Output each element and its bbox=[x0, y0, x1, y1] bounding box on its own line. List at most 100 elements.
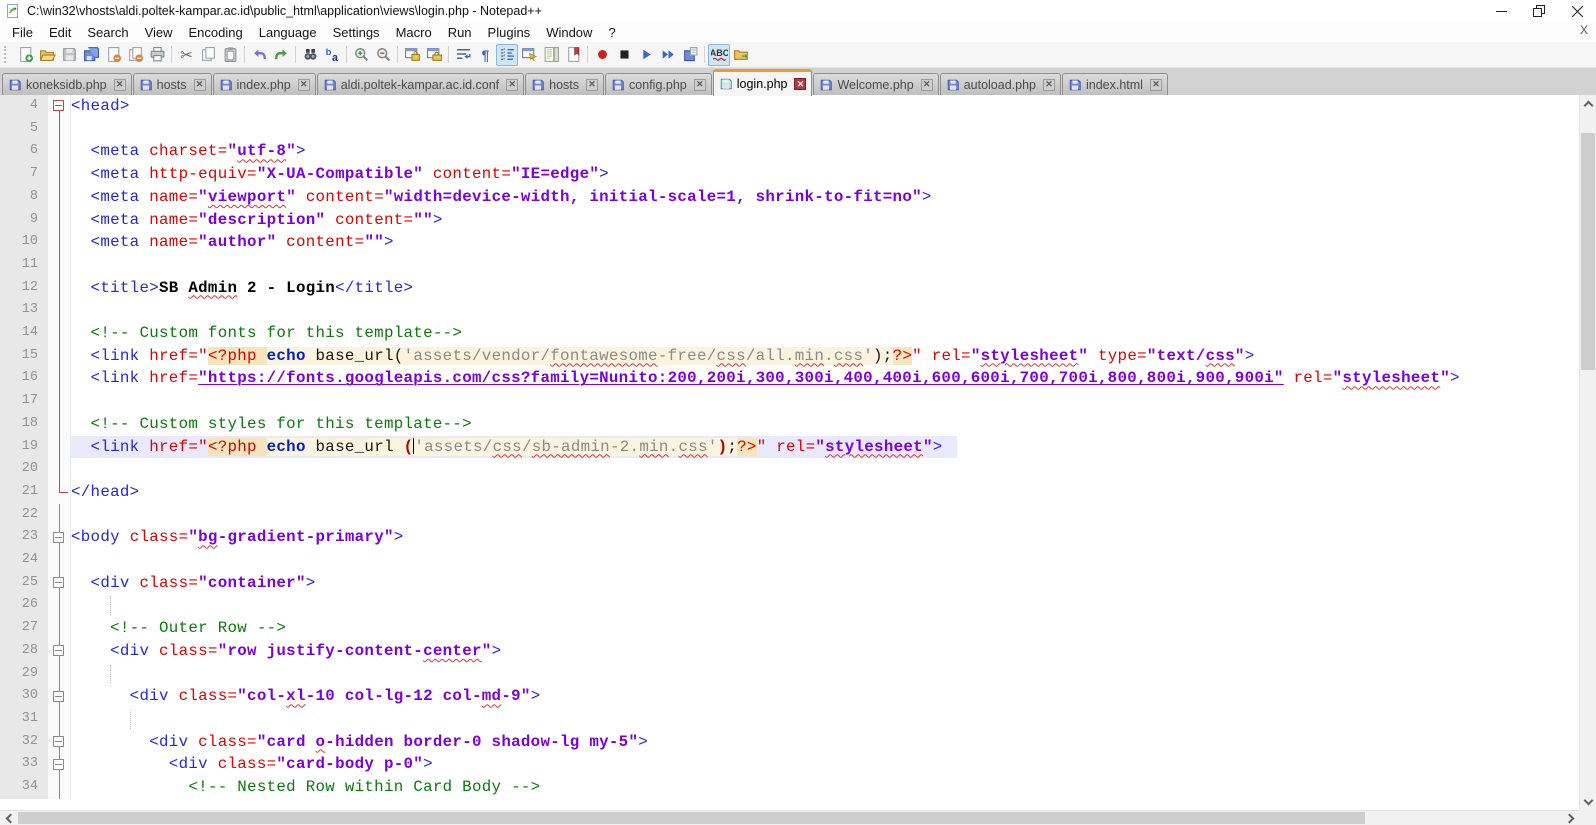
close-all-button[interactable] bbox=[124, 44, 146, 66]
scroll-right-icon[interactable] bbox=[1562, 811, 1579, 825]
close-file-button[interactable] bbox=[102, 44, 124, 66]
code-line[interactable]: <meta charset="utf-8"> bbox=[71, 140, 1579, 163]
code-line[interactable] bbox=[71, 390, 1579, 413]
tab-close-icon[interactable]: ✕ bbox=[794, 78, 807, 90]
new-file-button[interactable] bbox=[14, 44, 36, 66]
spell-check-document-button[interactable]: ABC bbox=[708, 43, 730, 66]
copy-button[interactable] bbox=[197, 44, 219, 66]
menu-item-window[interactable]: Window bbox=[538, 23, 600, 42]
scroll-up-icon[interactable] bbox=[1580, 95, 1596, 112]
cut-button[interactable]: ✂ bbox=[175, 44, 197, 66]
fold-collapse-icon[interactable] bbox=[53, 577, 64, 589]
fold-collapse-icon[interactable] bbox=[53, 736, 64, 748]
tab-hosts[interactable]: hosts ✕ bbox=[132, 73, 212, 95]
menu-item-plugins[interactable]: Plugins bbox=[480, 23, 539, 42]
code-line[interactable] bbox=[71, 299, 1579, 322]
code-line[interactable]: <div class="col-xl-10 col-lg-12 col-md-9… bbox=[71, 685, 1579, 708]
fold-collapse-icon[interactable] bbox=[53, 645, 64, 657]
word-wrap-button[interactable] bbox=[452, 44, 474, 66]
tab-autoload.php[interactable]: autoload.php ✕ bbox=[939, 73, 1061, 95]
fold-margin-cell[interactable] bbox=[48, 526, 71, 550]
tab-koneksidb.php[interactable]: koneksidb.php ✕ bbox=[2, 73, 132, 95]
code-line[interactable]: <meta name="author" content=""> bbox=[71, 231, 1579, 254]
code-line[interactable] bbox=[71, 504, 1579, 527]
restore-button[interactable] bbox=[1520, 0, 1558, 22]
fold-margin-cell[interactable] bbox=[48, 685, 71, 708]
menu-item-settings[interactable]: Settings bbox=[325, 23, 388, 42]
menu-item-search[interactable]: Search bbox=[79, 23, 136, 42]
replace-button[interactable]: ba bbox=[321, 44, 343, 66]
menu-item-file[interactable]: File bbox=[4, 23, 41, 42]
function-list-button[interactable] bbox=[518, 44, 540, 66]
fold-margin-cell[interactable] bbox=[48, 730, 71, 754]
code-line[interactable] bbox=[71, 254, 1579, 277]
code-line[interactable] bbox=[71, 549, 1579, 572]
open-file-button[interactable] bbox=[36, 44, 58, 66]
horizontal-scroll-thumb[interactable] bbox=[18, 812, 1365, 824]
tab-close-icon[interactable]: ✕ bbox=[586, 78, 599, 91]
tab-close-icon[interactable]: ✕ bbox=[693, 78, 706, 91]
menu-item-edit[interactable]: Edit bbox=[41, 23, 79, 42]
tab-config.php[interactable]: config.php ✕ bbox=[605, 73, 712, 95]
close-button[interactable] bbox=[1558, 0, 1596, 22]
scroll-left-icon[interactable] bbox=[0, 811, 17, 825]
fold-collapse-icon[interactable] bbox=[53, 531, 64, 543]
code-area[interactable]: 4 <head> 5 6 <meta charset="utf-8"> 7 <meta … bbox=[0, 95, 1579, 810]
tab-aldi.poltek-kampar.ac.id.conf[interactable]: aldi.poltek-kampar.ac.id.conf ✕ bbox=[316, 73, 525, 95]
print-button[interactable] bbox=[146, 44, 168, 66]
start-recording-macro-button[interactable] bbox=[591, 44, 613, 66]
code-line[interactable]: <!-- Nested Row within Card Body --> bbox=[71, 776, 1579, 799]
find-button[interactable] bbox=[299, 44, 321, 66]
fold-margin-cell[interactable] bbox=[48, 639, 71, 663]
code-line[interactable]: <div class="card o-hidden border-0 shado… bbox=[71, 731, 1579, 754]
tab-close-icon[interactable]: ✕ bbox=[1042, 78, 1055, 91]
tab-close-icon[interactable]: ✕ bbox=[297, 78, 310, 91]
code-line[interactable]: <head> bbox=[71, 95, 1579, 118]
code-line[interactable]: <link href="<?php echo base_url ('assets… bbox=[71, 435, 1579, 459]
menu-item-macro[interactable]: Macro bbox=[388, 23, 440, 42]
tab-welcome.php[interactable]: Welcome.php ✕ bbox=[813, 73, 939, 95]
code-line[interactable] bbox=[71, 118, 1579, 141]
tab-hosts[interactable]: hosts ✕ bbox=[525, 73, 605, 95]
redo-button[interactable] bbox=[270, 44, 292, 66]
save-recorded-macro-button[interactable] bbox=[679, 44, 701, 66]
editor[interactable]: 4 <head> 5 6 <meta charset="utf-8"> 7 <meta … bbox=[0, 95, 1596, 810]
show-all-characters-button[interactable]: ¶ bbox=[474, 44, 496, 66]
code-line[interactable]: <!-- Outer Row --> bbox=[71, 617, 1579, 640]
playback-macro-button[interactable] bbox=[635, 44, 657, 66]
code-line[interactable] bbox=[71, 708, 1579, 731]
undo-button[interactable] bbox=[248, 44, 270, 66]
tab-login.php[interactable]: login.php ✕ bbox=[712, 69, 813, 96]
code-line[interactable] bbox=[71, 594, 1579, 617]
code-line[interactable]: <div class="row justify-content-center"> bbox=[71, 640, 1579, 663]
code-line[interactable]: <body class="bg-gradient-primary"> bbox=[71, 526, 1579, 549]
sync-horizontal-scrolling-button[interactable] bbox=[423, 44, 445, 66]
zoom-out-button[interactable] bbox=[372, 44, 394, 66]
fold-collapse-icon[interactable] bbox=[53, 758, 64, 770]
scroll-down-icon[interactable] bbox=[1580, 793, 1596, 810]
menu-item-encoding[interactable]: Encoding bbox=[181, 23, 251, 42]
fold-collapse-icon[interactable] bbox=[53, 690, 64, 702]
code-line[interactable]: <div class="container"> bbox=[71, 572, 1579, 595]
vertical-scrollbar[interactable] bbox=[1579, 95, 1596, 810]
menu-item-language[interactable]: Language bbox=[251, 23, 325, 42]
document-switcher-button[interactable] bbox=[562, 44, 584, 66]
horizontal-scrollbar[interactable] bbox=[0, 810, 1596, 825]
code-line[interactable]: <meta name="viewport" content="width=dev… bbox=[71, 186, 1579, 209]
show-indent-guide-button[interactable] bbox=[496, 43, 518, 66]
code-line[interactable]: <title>SB Admin 2 - Login</title> bbox=[71, 277, 1579, 300]
code-line[interactable] bbox=[71, 458, 1579, 481]
tab-index.php[interactable]: index.php ✕ bbox=[212, 73, 316, 95]
tab-close-icon[interactable]: ✕ bbox=[193, 78, 206, 91]
tab-index.html[interactable]: index.html ✕ bbox=[1061, 73, 1168, 95]
vertical-scroll-thumb[interactable] bbox=[1581, 133, 1595, 370]
document-map-button[interactable] bbox=[540, 44, 562, 66]
code-line[interactable]: <meta name="description" content=""> bbox=[71, 209, 1579, 232]
sync-vertical-scrolling-button[interactable] bbox=[401, 44, 423, 66]
tab-close-icon[interactable]: ✕ bbox=[1149, 78, 1162, 91]
tab-close-icon[interactable]: ✕ bbox=[920, 78, 933, 91]
fold-margin-cell[interactable] bbox=[48, 571, 71, 595]
zoom-in-button[interactable] bbox=[350, 44, 372, 66]
code-line[interactable]: <div class="card-body p-0"> bbox=[71, 753, 1579, 776]
menubar-close-icon[interactable]: X bbox=[1580, 23, 1588, 37]
